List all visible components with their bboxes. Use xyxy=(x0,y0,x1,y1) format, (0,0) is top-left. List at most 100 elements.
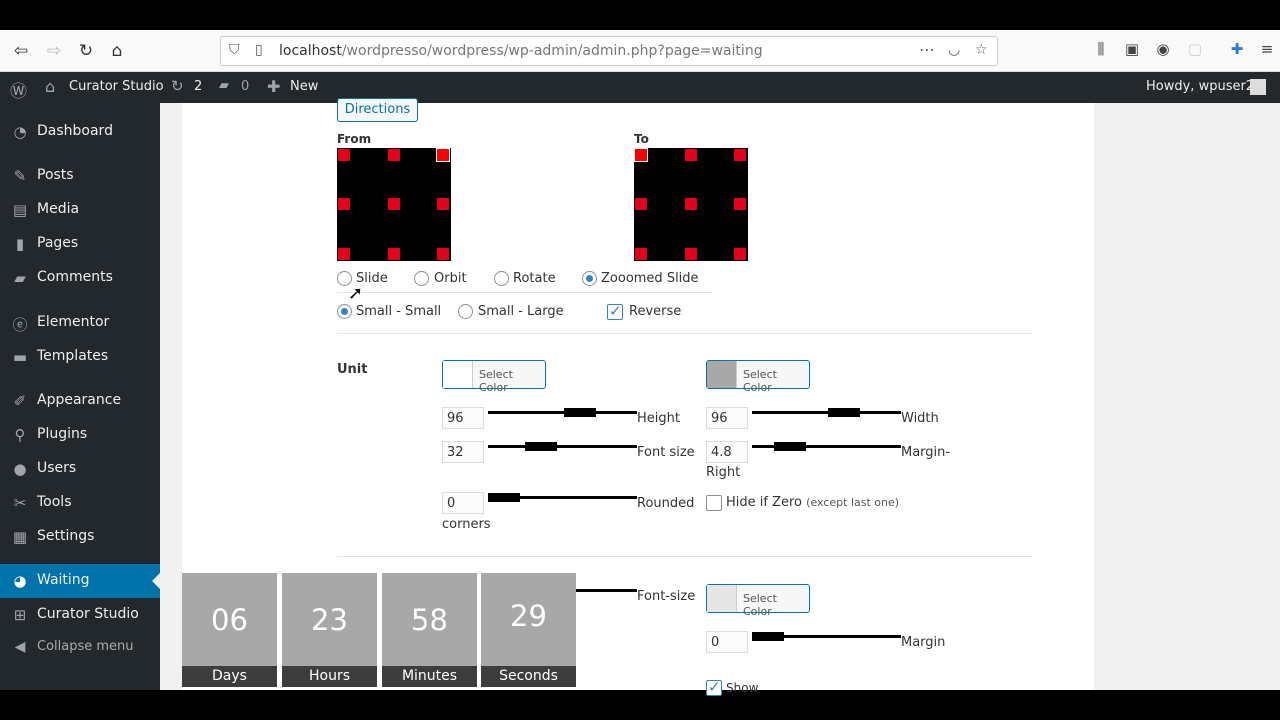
sidebar-item-templates[interactable]: ▬ Templates xyxy=(0,340,160,374)
sidebar-item-waiting[interactable]: ◕ Waiting xyxy=(0,564,160,598)
sidebar-item-elementor[interactable]: ⓔ Elementor xyxy=(0,306,160,340)
grid-cell-bottom-right[interactable] xyxy=(734,248,746,260)
height-slider-handle[interactable] xyxy=(564,408,596,417)
sidebar-item-media[interactable]: ▤ Media xyxy=(0,193,160,227)
sidebar-item-users[interactable]: ● Users xyxy=(0,452,160,486)
sidebar-icon[interactable]: ▣ xyxy=(1121,40,1143,58)
width-input[interactable]: 96 xyxy=(706,407,748,429)
hide-if-zero-checkbox[interactable] xyxy=(706,495,722,511)
plus-icon[interactable]: ✚ xyxy=(267,77,280,96)
forward-icon[interactable]: ⇨ xyxy=(41,38,67,64)
sidebar-item-comments[interactable]: ▰ Comments xyxy=(0,261,160,295)
rounded-slider-handle[interactable] xyxy=(488,493,520,502)
sidebar-item-settings[interactable]: ▦ Settings xyxy=(0,520,160,554)
height-slider[interactable] xyxy=(488,411,637,414)
font-size-slider-handle[interactable] xyxy=(525,442,557,451)
rotate-radio[interactable] xyxy=(494,271,509,286)
height-input[interactable]: 96 xyxy=(442,407,484,429)
sidebar-item-curator-studio[interactable]: ⊞ Curator Studio xyxy=(0,598,160,632)
zooomed-slide-radio[interactable] xyxy=(582,271,597,286)
comment-icon[interactable]: ▰ xyxy=(219,78,229,93)
small-large-label: Small - Large xyxy=(478,304,564,319)
zooomed-slide-label: Zooomed Slide xyxy=(601,271,699,286)
grid-cell-right[interactable] xyxy=(437,198,449,210)
wordpress-logo-icon[interactable]: Ⓦ xyxy=(10,77,27,102)
grid-cell-center[interactable] xyxy=(685,198,697,210)
show-checkbox[interactable] xyxy=(706,678,722,696)
back-icon[interactable]: ⇦ xyxy=(8,38,34,64)
grid-cell-right[interactable] xyxy=(734,198,746,210)
margin-right-slider-handle[interactable] xyxy=(774,442,806,451)
wp-admin-bar: Ⓦ ⌂ Curator Studio ↻ 2 ▰ 0 ✚ New Howdy, … xyxy=(0,72,1280,103)
star-icon[interactable]: ☆ xyxy=(975,42,988,58)
unit-text-color-button[interactable]: Select Color xyxy=(706,360,810,394)
sidebar-item-tools[interactable]: ✂ Tools xyxy=(0,486,160,520)
rounded-input[interactable]: 0 xyxy=(442,492,484,514)
margin-label: Margin xyxy=(901,635,946,650)
grid-cell-bottom-left[interactable] xyxy=(635,248,647,260)
howdy-link[interactable]: Howdy, wpuser2 xyxy=(1146,79,1254,94)
grid-cell-top[interactable] xyxy=(388,149,400,161)
extension-icon[interactable]: ▢ xyxy=(1184,40,1206,58)
font-size-slider[interactable] xyxy=(488,445,637,448)
more-icon[interactable]: ⋯ xyxy=(919,40,935,59)
label-font-size-slider[interactable] xyxy=(576,589,637,592)
small-small-radio[interactable] xyxy=(337,304,352,319)
directions-button[interactable]: Directions xyxy=(337,98,418,122)
grid-cell-bottom-right[interactable] xyxy=(437,248,449,260)
sidebar-item-plugins[interactable]: ⚲ Plugins xyxy=(0,418,160,452)
grid-cell-center[interactable] xyxy=(388,198,400,210)
user-icon: ● xyxy=(13,460,27,478)
height-label: Height xyxy=(637,411,680,426)
unit-label: Unit xyxy=(337,362,368,377)
collapse-menu-button[interactable]: ◀ Collapse menu xyxy=(0,631,160,665)
grid-cell-bottom[interactable] xyxy=(388,248,400,260)
sidebar-item-pages[interactable]: ▮ Pages xyxy=(0,227,160,261)
comments-count[interactable]: 0 xyxy=(241,79,249,94)
site-name-link[interactable]: Curator Studio xyxy=(69,79,164,94)
menu-icon[interactable]: ≡ xyxy=(1256,40,1278,58)
sidebar-item-dashboard[interactable]: ◔ Dashboard xyxy=(0,115,160,149)
home-icon[interactable]: ⌂ xyxy=(104,38,130,64)
reload-icon[interactable]: ↻ xyxy=(73,38,99,64)
margin-right-input[interactable]: 4.8 xyxy=(706,441,748,463)
sidebar-item-posts[interactable]: ✎ Posts xyxy=(0,159,160,193)
grid-cell-top[interactable] xyxy=(685,149,697,161)
updates-icon[interactable]: ↻ xyxy=(171,77,184,95)
account-icon[interactable]: ◉ xyxy=(1152,40,1174,58)
addon-icon[interactable]: ✚ xyxy=(1226,40,1248,58)
width-slider-handle[interactable] xyxy=(828,408,860,417)
grid-cell-bottom-left[interactable] xyxy=(338,248,350,260)
grid-cell-left[interactable] xyxy=(338,198,350,210)
url-bar[interactable]: ⛉ ▯ localhost/wordpresso/wordpress/wp-ad… xyxy=(220,36,998,66)
library-icon[interactable]: ⫼ xyxy=(1090,40,1112,58)
margin-input[interactable]: 0 xyxy=(706,631,748,653)
pocket-icon[interactable]: ◡ xyxy=(948,42,960,58)
color-swatch xyxy=(707,585,737,612)
width-slider[interactable] xyxy=(752,411,901,414)
grid-cell-top-right[interactable] xyxy=(436,148,450,162)
grid-cell-top-left[interactable] xyxy=(338,149,350,161)
grid-cell-bottom[interactable] xyxy=(685,248,697,260)
label-color-button[interactable]: Select Color xyxy=(706,584,810,618)
font-size-input[interactable]: 32 xyxy=(442,441,484,463)
orbit-radio[interactable] xyxy=(414,271,429,286)
sidebar-item-appearance[interactable]: ✐ Appearance xyxy=(0,384,160,418)
pin-icon: ✎ xyxy=(13,167,27,185)
small-large-radio[interactable] xyxy=(458,304,473,319)
reverse-checkbox[interactable] xyxy=(607,302,623,320)
from-direction-grid xyxy=(337,148,451,261)
divider xyxy=(337,556,1033,557)
grid-cell-top-right[interactable] xyxy=(734,149,746,161)
new-link[interactable]: New xyxy=(290,79,318,94)
collapse-icon: ◀ xyxy=(14,639,26,655)
grid-cell-left[interactable] xyxy=(635,198,647,210)
brush-icon: ✐ xyxy=(13,392,27,410)
wrench-icon: ✂ xyxy=(13,494,27,512)
avatar[interactable] xyxy=(1250,79,1266,95)
rounded-label: Rounded xyxy=(637,496,695,511)
margin-slider-handle[interactable] xyxy=(752,632,784,641)
updates-count[interactable]: 2 xyxy=(194,79,202,94)
unit-bg-color-button[interactable]: Select Color xyxy=(442,360,546,394)
grid-cell-top-left[interactable] xyxy=(634,148,648,162)
